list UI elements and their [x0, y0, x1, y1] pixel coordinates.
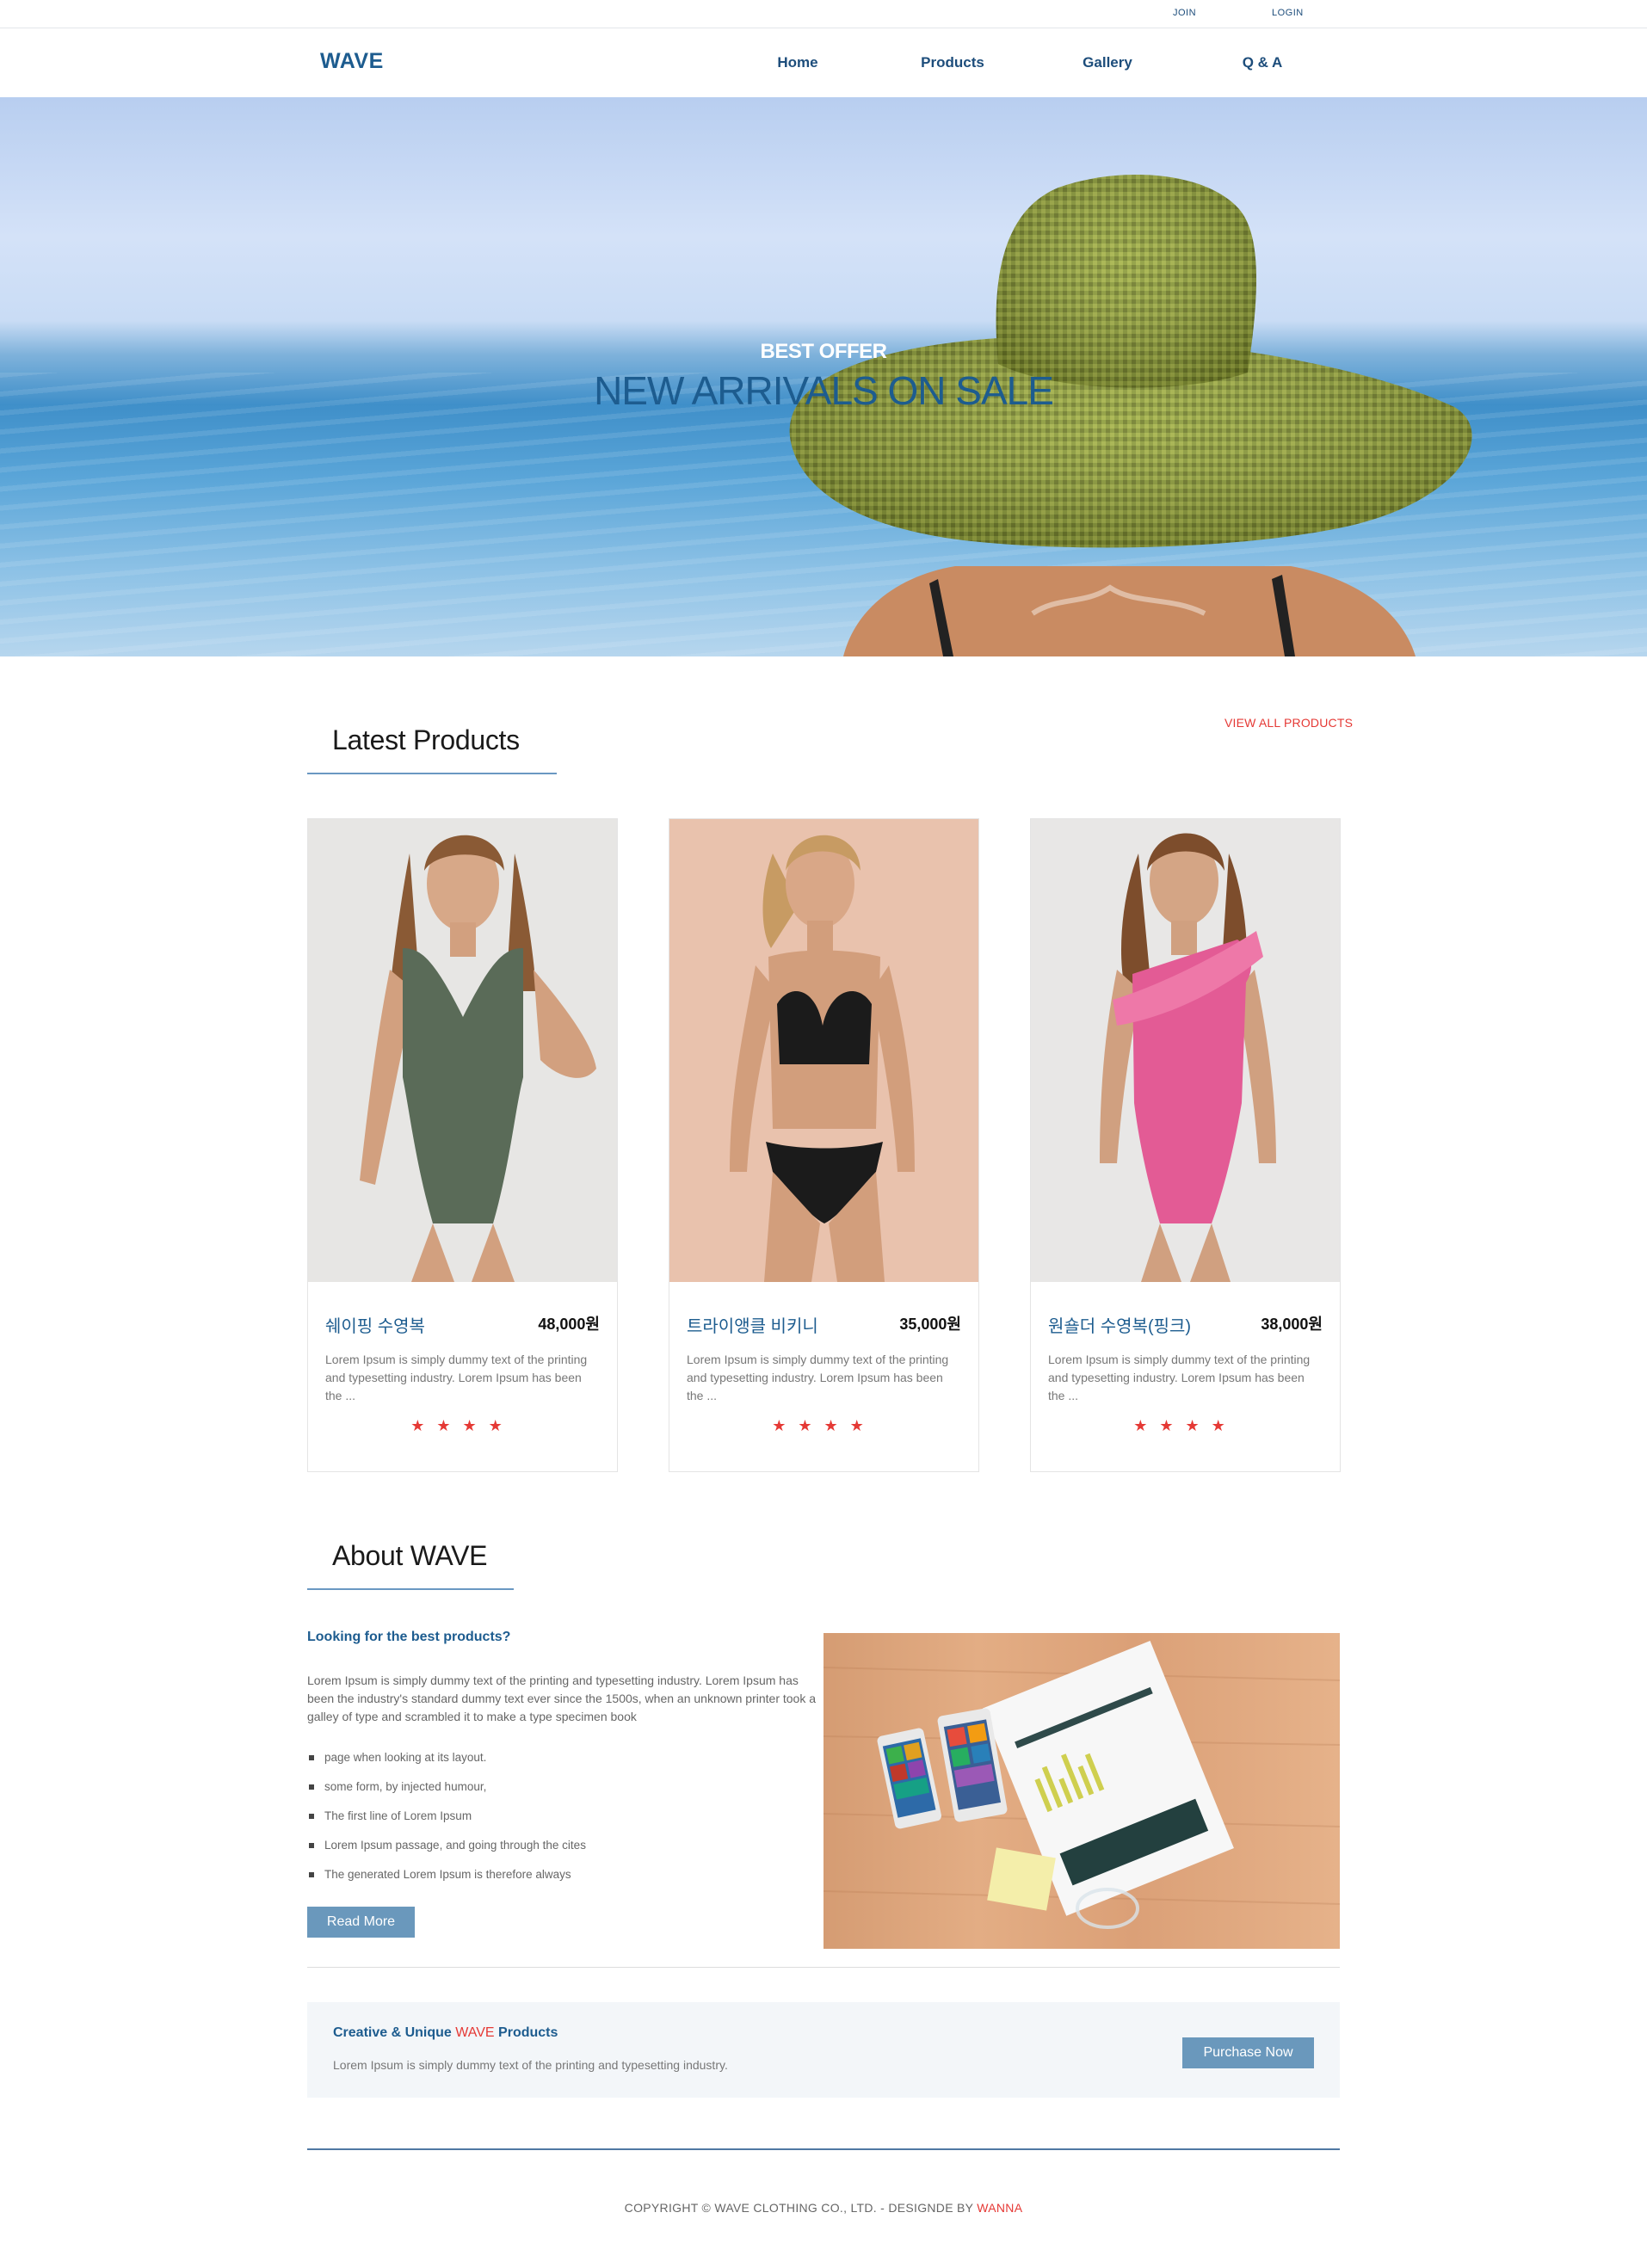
latest-products-title: Latest Products	[332, 724, 520, 755]
latest-products-underline	[307, 773, 557, 774]
nav-item-gallery[interactable]: Gallery	[1047, 54, 1168, 71]
product-description: Lorem Ipsum is simply dummy text of the …	[687, 1353, 949, 1402]
product-price: 38,000원	[1261, 1316, 1323, 1333]
product-price: 48,000원	[538, 1316, 600, 1333]
product-name[interactable]: 트라이앵클 비키니	[687, 1312, 818, 1337]
banner-title-accent: WAVE	[455, 2025, 495, 2040]
nav-item-home[interactable]: Home	[737, 54, 858, 71]
product-name[interactable]: 쉐이핑 수영복	[325, 1312, 425, 1337]
list-item: page when looking at its layout.	[307, 1749, 586, 1778]
product-card[interactable]: 원숄더 수영복(핑크) 38,000원 Lorem Ipsum is simpl…	[1030, 818, 1341, 1472]
star-icon: ★	[1211, 1417, 1237, 1434]
rating-stars: ★★★★	[308, 1417, 617, 1435]
join-link[interactable]: JOIN	[1173, 8, 1196, 18]
login-link[interactable]: LOGIN	[1272, 8, 1304, 18]
list-item: Lorem Ipsum passage, and going through t…	[307, 1837, 586, 1866]
phones-on-desk-image	[824, 1633, 1340, 1949]
footer-text: COPYRIGHT © WAVE CLOTHING CO., LTD. - DE…	[624, 2201, 978, 2215]
product-photo	[308, 819, 617, 1282]
hero-title: NEW ARRIVALS ON SALE	[594, 368, 1054, 413]
site-logo[interactable]: WAVE	[320, 49, 384, 74]
about-question: Looking for the best products?	[307, 1630, 511, 1644]
star-icon: ★	[410, 1417, 437, 1434]
model-green-swimsuit-image	[360, 835, 596, 1282]
model-black-bikini-image	[730, 835, 915, 1282]
nav-item-qna[interactable]: Q & A	[1202, 54, 1323, 71]
star-icon: ★	[436, 1417, 463, 1434]
hero-banner: BEST OFFER NEW ARRIVALS ON SALE	[0, 97, 1647, 656]
desk-still-life-illustration	[824, 1640, 1340, 1929]
product-photo	[1031, 819, 1340, 1282]
top-utility-bar: JOIN LOGIN	[0, 0, 1647, 28]
hero-subtitle: BEST OFFER	[760, 340, 887, 363]
list-item: some form, by injected humour,	[307, 1778, 586, 1808]
rating-stars: ★★★★	[669, 1417, 978, 1435]
star-icon: ★	[1159, 1417, 1186, 1434]
about-title: About WAVE	[332, 1540, 488, 1571]
star-icon: ★	[772, 1417, 799, 1434]
star-icon: ★	[798, 1417, 824, 1434]
star-icon: ★	[1133, 1417, 1160, 1434]
star-icon: ★	[824, 1417, 850, 1434]
star-icon: ★	[488, 1417, 515, 1434]
about-underline	[307, 1588, 514, 1590]
view-all-products-link[interactable]: VIEW ALL PRODUCTS	[1224, 716, 1353, 730]
banner-title: Creative & Unique WAVE Products	[333, 2025, 558, 2041]
footer-divider	[307, 2148, 1340, 2150]
banner-title-suffix: Products	[494, 2025, 558, 2040]
product-card[interactable]: 트라이앵클 비키니 35,000원 Lorem Ipsum is simply …	[669, 818, 979, 1472]
product-description: Lorem Ipsum is simply dummy text of the …	[1048, 1353, 1311, 1402]
product-description: Lorem Ipsum is simply dummy text of the …	[325, 1353, 588, 1402]
about-bullet-list: page when looking at its layout. some fo…	[307, 1749, 586, 1895]
purchase-banner: Creative & Unique WAVE Products Lorem Ip…	[307, 2002, 1340, 2098]
star-icon: ★	[1185, 1417, 1212, 1434]
star-icon: ★	[462, 1417, 489, 1434]
section-divider	[307, 1967, 1340, 1968]
footer-designer[interactable]: WANNA	[977, 2201, 1022, 2215]
model-pink-swimsuit-image	[1100, 833, 1276, 1282]
star-icon: ★	[849, 1417, 876, 1434]
list-item: The generated Lorem Ipsum is therefore a…	[307, 1866, 586, 1895]
purchase-now-button[interactable]: Purchase Now	[1182, 2037, 1314, 2068]
read-more-button[interactable]: Read More	[307, 1907, 415, 1938]
product-name[interactable]: 원숄더 수영복(핑크)	[1048, 1312, 1191, 1337]
about-paragraph: Lorem Ipsum is simply dummy text of the …	[307, 1673, 817, 1723]
banner-description: Lorem Ipsum is simply dummy text of the …	[333, 2058, 728, 2072]
rating-stars: ★★★★	[1031, 1417, 1340, 1435]
product-photo	[669, 819, 978, 1282]
product-price: 35,000원	[899, 1316, 961, 1333]
banner-title-prefix: Creative & Unique	[333, 2025, 456, 2040]
main-navigation: WAVE Home Products Gallery Q & A	[0, 28, 1647, 97]
product-card[interactable]: 쉐이핑 수영복 48,000원 Lorem Ipsum is simply du…	[307, 818, 618, 1472]
footer-copyright: COPYRIGHT © WAVE CLOTHING CO., LTD. - DE…	[0, 2201, 1647, 2215]
list-item: The first line of Lorem Ipsum	[307, 1808, 586, 1837]
nav-item-products[interactable]: Products	[892, 54, 1013, 71]
